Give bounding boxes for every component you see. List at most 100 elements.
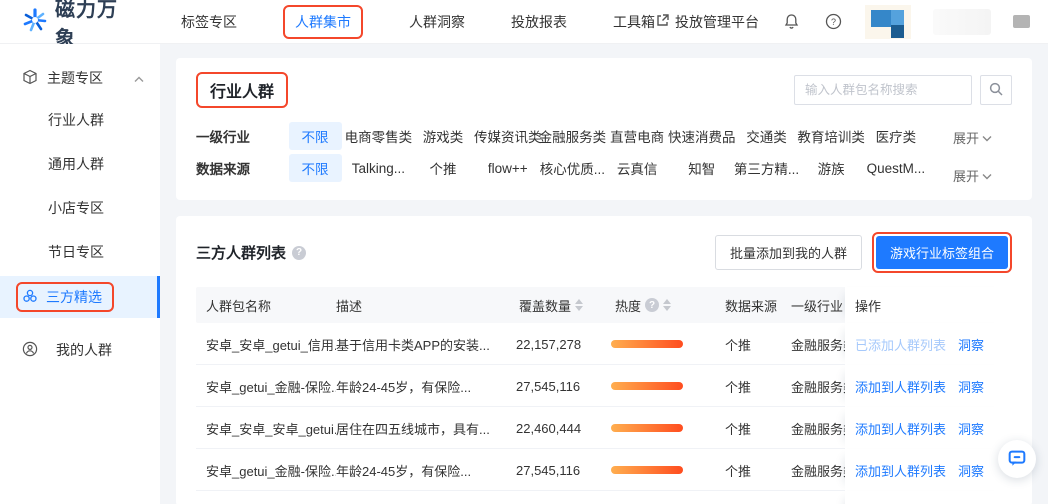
search-button[interactable] — [980, 75, 1012, 105]
audience-desc: 居住在四五线城市，具有... — [336, 421, 490, 437]
heat-bar — [611, 382, 683, 390]
annotation-box: 三方精选 — [16, 282, 114, 312]
brand-logo[interactable]: 磁力万象 — [22, 0, 135, 51]
sidebar-group-label: 主题专区 — [47, 70, 103, 86]
filter-option[interactable]: 电商零售类 — [345, 126, 413, 146]
filter-option[interactable]: 核心优质... — [540, 158, 605, 178]
filter-option[interactable]: 第三方精... — [734, 158, 799, 178]
filter-option[interactable]: QuestM... — [867, 161, 926, 176]
collapsed-widget[interactable] — [1013, 15, 1030, 28]
person-circle-icon — [22, 341, 38, 360]
insight-link[interactable]: 洞察 — [958, 377, 984, 396]
magnet-spark-logo-icon — [22, 7, 48, 36]
add-to-list-link[interactable]: 添加到人群列表 — [855, 461, 946, 480]
sidebar-item-festival-zone[interactable]: 节日专区 — [0, 230, 160, 274]
chevron-up-icon[interactable] — [134, 70, 144, 86]
add-to-list-link[interactable]: 添加到人群列表 — [855, 377, 946, 396]
info-icon[interactable] — [292, 245, 307, 260]
chevron-down-icon — [982, 130, 992, 145]
main-content: 行业人群 一级行业 不限 电商零售类 — [160, 44, 1048, 504]
row-actions: 添加到人群列表 洞察 — [845, 449, 1012, 491]
insight-link[interactable]: 洞察 — [958, 419, 984, 438]
search-area — [794, 75, 1012, 105]
coverage-value: 27,545,116 — [516, 462, 581, 478]
sort-toggle-icon[interactable] — [663, 299, 672, 311]
sidebar-group-theme-zone[interactable]: 主题专区 — [0, 58, 160, 98]
game-industry-tag-combo-button[interactable]: 游戏行业标签组合 — [875, 236, 1008, 269]
ad-platform-link[interactable]: 投放管理平台 — [655, 12, 759, 32]
sort-toggle-icon[interactable] — [575, 299, 583, 311]
filter-option[interactable]: 个推 — [430, 158, 457, 178]
brand-name: 磁力万象 — [55, 0, 118, 50]
row-actions: 添加到人群列表 洞察 — [845, 407, 1012, 449]
coverage-value: 27,545,116 — [516, 378, 581, 394]
filter-option[interactable]: 云真信 — [617, 158, 658, 178]
filter-option[interactable]: flow++ — [488, 161, 528, 176]
add-to-list-link[interactable]: 添加到人群列表 — [855, 419, 946, 438]
chat-bubble-icon — [1006, 447, 1028, 472]
annotation-box: 游戏行业标签组合 — [871, 232, 1012, 273]
data-source: 个推 — [725, 463, 752, 479]
info-icon[interactable] — [645, 298, 660, 312]
nav-tab-label-zone[interactable]: 标签专区 — [181, 12, 237, 32]
column-header-name: 人群包名称 — [196, 287, 336, 323]
filter-option-selected[interactable]: 不限 — [288, 122, 342, 150]
nav-audience-insight[interactable]: 人群洞察 — [409, 12, 465, 32]
sidebar-item-general-audience[interactable]: 通用人群 — [0, 142, 160, 186]
audience-desc: 基于信用卡类APP的安装... — [336, 337, 490, 353]
filter-option[interactable]: 医疗类 — [876, 126, 917, 146]
filter-label: 数据来源 — [196, 162, 250, 177]
filter-panel: 行业人群 一级行业 不限 电商零售类 — [176, 58, 1032, 200]
sidebar: 主题专区 行业人群 通用人群 小店专区 节日专区 三方精选 我的人群 — [0, 44, 160, 504]
sidebar-item-my-audience[interactable]: 我的人群 — [0, 328, 160, 372]
data-source: 个推 — [725, 379, 752, 395]
column-header-industry: 一级行业 — [791, 287, 845, 323]
search-icon — [989, 82, 1003, 99]
nav-toolbox[interactable]: 工具箱 — [613, 12, 655, 32]
audience-desc: 年龄24-45岁，有保险... — [336, 463, 472, 479]
nav-audience-market[interactable]: 人群集市 — [283, 4, 363, 39]
table-row: 安卓_getui_金融-保险... 年龄24-45岁，有保险... 27,545… — [196, 449, 1012, 491]
audience-name[interactable]: 安卓_getui_金融-保险... — [196, 461, 336, 480]
help-icon[interactable]: ? — [823, 12, 843, 32]
filter-option-selected[interactable]: 不限 — [288, 154, 342, 182]
insight-link[interactable]: 洞察 — [958, 335, 984, 354]
filter-option[interactable]: 快速消费品 — [668, 126, 736, 146]
audience-name[interactable]: 安卓_安卓_getui_信用... — [196, 335, 336, 354]
filter-label: 一级行业 — [196, 130, 250, 145]
sidebar-item-third-party-selection[interactable]: 三方精选 — [0, 276, 160, 318]
filter-row-industry: 一级行业 不限 电商零售类 游戏类 传媒资讯类 金融服务类 直营电商 快速消费品… — [196, 120, 1012, 152]
cube-icon — [22, 69, 38, 88]
filter-option[interactable]: 交通类 — [746, 126, 787, 146]
expand-toggle[interactable]: 展开 — [953, 166, 992, 185]
search-input[interactable] — [794, 75, 972, 105]
audience-name[interactable]: 安卓_getui_金融-保险... — [196, 377, 336, 396]
filter-option[interactable]: 金融服务类 — [539, 126, 607, 146]
column-header-action: 操作 — [845, 287, 1012, 323]
filter-option[interactable]: 直营电商 — [610, 126, 664, 146]
added-to-list-link[interactable]: 已添加人群列表 — [855, 335, 946, 354]
audience-name[interactable]: 安卓_安卓_安卓_getui... — [196, 419, 336, 438]
audience-desc: 年龄24-45岁，有保险... — [336, 379, 472, 395]
table-row: 安卓_安卓_getui_信用... 基于信用卡类APP的安装... 22,157… — [196, 323, 1012, 365]
bell-icon[interactable] — [781, 12, 801, 32]
sidebar-item-industry-audience[interactable]: 行业人群 — [0, 98, 160, 142]
expand-toggle[interactable]: 展开 — [953, 128, 992, 147]
industry-value: 金融服务类 — [791, 463, 845, 479]
batch-add-button[interactable]: 批量添加到我的人群 — [714, 235, 862, 270]
chat-support-button[interactable] — [998, 440, 1036, 478]
filter-option[interactable]: 传媒资讯类 — [474, 126, 542, 146]
nav-delivery-report[interactable]: 投放报表 — [511, 12, 567, 32]
filter-option[interactable]: 教育培训类 — [797, 126, 865, 146]
insight-link[interactable]: 洞察 — [958, 461, 984, 480]
industry-value: 金融服务类 — [791, 337, 845, 353]
heat-cell — [611, 340, 711, 348]
sidebar-item-shop-zone[interactable]: 小店专区 — [0, 186, 160, 230]
filter-option[interactable]: Talking... — [352, 161, 405, 176]
external-link-icon — [655, 13, 670, 31]
third-party-list-panel: 三方人群列表 批量添加到我的人群 游戏行业标签组合 人群包名称 描述 覆盖数量 — [176, 216, 1032, 504]
avatar[interactable] — [865, 4, 911, 39]
filter-option[interactable]: 游戏类 — [423, 126, 464, 146]
filter-option[interactable]: 知智 — [688, 158, 715, 178]
filter-option[interactable]: 游族 — [818, 158, 845, 178]
